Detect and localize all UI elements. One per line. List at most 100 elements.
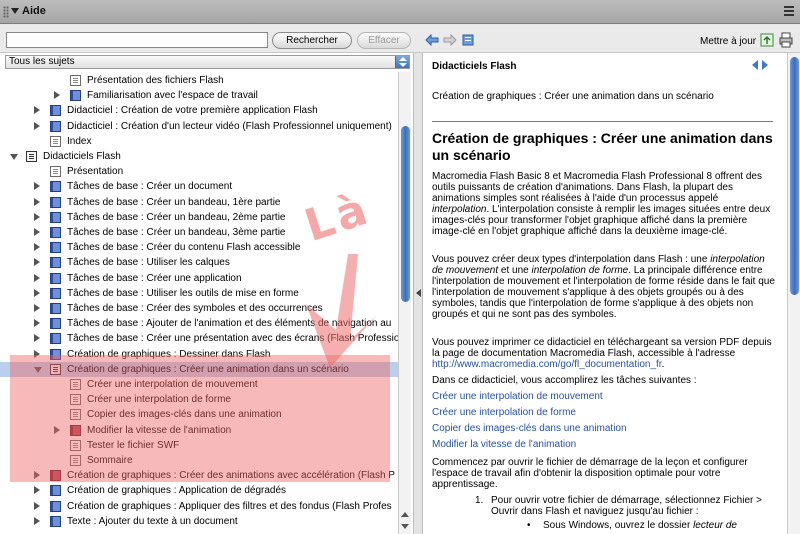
tree-item[interactable]: Texte : Ajouter du texte à un document <box>0 514 398 529</box>
book-icon <box>50 242 61 254</box>
collapsed-triangle-icon[interactable] <box>34 197 40 206</box>
tree-item-label: Tâches de base : Utiliser les calques <box>67 257 230 269</box>
update-label[interactable]: Mettre à jour <box>700 36 756 47</box>
tree-item[interactable]: Didacticiel : Création d'un lecteur vidé… <box>0 119 398 134</box>
interpolation-paragraph: Vous pouvez créer deux types d'interpola… <box>432 254 777 320</box>
tree-item-label: Création de graphiques : Appliquer des f… <box>67 500 392 512</box>
content-breadcrumb: Création de graphiques : Créer une anima… <box>432 91 714 102</box>
content-pane: Didacticiels Flash Création de graphique… <box>423 53 800 534</box>
search-input[interactable] <box>6 32 268 48</box>
interp-term-shape: interpolation de forme <box>531 265 629 276</box>
table-of-contents-icon[interactable] <box>462 34 476 46</box>
book-icon <box>50 120 61 132</box>
collapsed-triangle-icon[interactable] <box>54 91 60 100</box>
book-icon <box>50 181 61 193</box>
highlight-annotation <box>10 355 390 482</box>
collapsed-triangle-icon[interactable] <box>34 121 40 130</box>
pane-splitter[interactable] <box>413 53 423 534</box>
tree-item-label: Tâches de base : Utiliser les outils de … <box>67 287 299 299</box>
tree-scroll-thumb[interactable] <box>401 126 410 302</box>
tree-item-label: Présentation des fichiers Flash <box>87 75 224 86</box>
collapsed-triangle-icon[interactable] <box>34 304 40 312</box>
tree-item-label: Tâches de base : Créer un bandeau, 1ère … <box>67 196 281 208</box>
book-icon <box>50 227 61 238</box>
collapse-left-icon[interactable] <box>416 289 421 297</box>
book-icon <box>50 272 61 284</box>
collapsed-triangle-icon[interactable] <box>34 334 40 343</box>
panel-title: Aide <box>22 5 46 17</box>
previous-topic-icon[interactable] <box>752 60 758 70</box>
collapsed-triangle-icon[interactable] <box>34 106 40 115</box>
collapsed-triangle-icon[interactable] <box>34 516 40 525</box>
expanded-triangle-icon[interactable] <box>10 154 18 160</box>
clear-button[interactable]: Effacer <box>357 32 411 49</box>
tree-scrollbar[interactable] <box>398 72 411 534</box>
book-icon <box>50 196 61 208</box>
documentation-link[interactable]: http://www.macromedia.com/go/fl_document… <box>432 359 662 370</box>
back-arrow-icon[interactable] <box>425 34 439 46</box>
task-link[interactable]: Modifier la vitesse de l'animation <box>432 439 576 450</box>
collapsed-triangle-icon[interactable] <box>34 182 40 191</box>
intro-term: interpolation <box>432 204 487 215</box>
tree-item-label: Didacticiel : Création de votre première… <box>67 105 318 117</box>
book-icon <box>50 485 61 497</box>
collapsed-triangle-icon[interactable] <box>34 228 40 236</box>
tree-item-label: Tâches de base : Créer du contenu Flash … <box>67 242 301 254</box>
select-arrows-icon[interactable] <box>395 56 409 68</box>
tree-item[interactable]: Création de graphiques : Appliquer des f… <box>0 499 398 514</box>
book-icon <box>50 333 61 345</box>
pdf-text-a: Vous pouvez imprimer ce didacticiel en t… <box>432 337 772 359</box>
divider <box>432 121 773 122</box>
tree-item-label: Tâches de base : Créer un bandeau, 2ème … <box>67 211 286 223</box>
collapsed-triangle-icon[interactable] <box>34 243 40 252</box>
tree-item-label: Présentation <box>67 166 124 178</box>
tree-item-label: Tâches de base : Créer un bandeau, 3ème … <box>67 227 286 238</box>
search-button[interactable]: Rechercher <box>272 32 352 49</box>
topic-filter-select[interactable]: Tous les sujets <box>5 55 410 69</box>
tree-item[interactable]: Présentation des fichiers Flash <box>0 73 398 88</box>
collapsed-triangle-icon[interactable] <box>34 486 40 495</box>
tree-item-label: Familiarisation avec l'espace de travail <box>87 90 258 102</box>
tree-item-label: Tâches de base : Créer un document <box>67 181 233 193</box>
task-link[interactable]: Créer une interpolation de forme <box>432 407 576 418</box>
openbook-icon <box>26 151 37 162</box>
forward-arrow-icon[interactable] <box>443 34 457 46</box>
collapsed-triangle-icon[interactable] <box>34 273 40 282</box>
bullet-text-a: Sous Windows, ouvrez le dossier <box>543 520 694 531</box>
collapse-panel-icon[interactable] <box>11 8 19 14</box>
collapsed-triangle-icon[interactable] <box>34 212 40 221</box>
task-link[interactable]: Créer une interpolation de mouvement <box>432 391 603 402</box>
help-toolbar: Rechercher Effacer Mettre à jour <box>0 25 800 53</box>
tasks-intro: Dans ce didacticiel, vous accomplirez le… <box>432 375 697 386</box>
pdf-text-b: . <box>661 359 665 370</box>
tree-item[interactable]: Présentation <box>0 164 398 179</box>
book-icon <box>50 211 61 223</box>
tree-item[interactable]: Didacticiel : Création de votre première… <box>0 103 398 118</box>
page-icon <box>50 135 61 147</box>
panel-title-bar: Aide <box>0 0 800 24</box>
update-icon[interactable] <box>760 32 774 48</box>
page-icon <box>50 166 61 178</box>
tree-item[interactable]: Index <box>0 134 398 149</box>
collapsed-triangle-icon[interactable] <box>34 501 40 510</box>
drag-grip-icon[interactable] <box>3 6 9 18</box>
collapsed-triangle-icon[interactable] <box>34 288 40 297</box>
print-icon[interactable] <box>779 32 793 48</box>
scroll-up-icon[interactable] <box>401 512 409 517</box>
collapsed-triangle-icon[interactable] <box>34 258 40 267</box>
bullet-term: lecteur de <box>693 520 737 531</box>
collapsed-triangle-icon[interactable] <box>34 319 40 328</box>
content-scroll-thumb[interactable] <box>790 57 799 295</box>
scroll-down-icon[interactable] <box>401 524 409 529</box>
book-icon <box>50 105 61 117</box>
tree-item[interactable]: Didacticiels Flash <box>0 149 398 164</box>
tree-item[interactable]: Familiarisation avec l'espace de travail <box>0 88 398 103</box>
tree-item[interactable]: Création de graphiques : Application de … <box>0 483 398 498</box>
next-topic-icon[interactable] <box>762 60 768 70</box>
bullet-icon: • <box>527 520 531 531</box>
tree-item-label: Texte : Ajouter du texte à un document <box>67 515 238 527</box>
interp-text-a: Vous pouvez créer deux types d'interpola… <box>432 254 711 265</box>
content-scrollbar[interactable] <box>787 53 800 534</box>
task-link[interactable]: Copier des images-clés dans une animatio… <box>432 423 627 434</box>
panel-menu-icon[interactable] <box>784 6 794 18</box>
